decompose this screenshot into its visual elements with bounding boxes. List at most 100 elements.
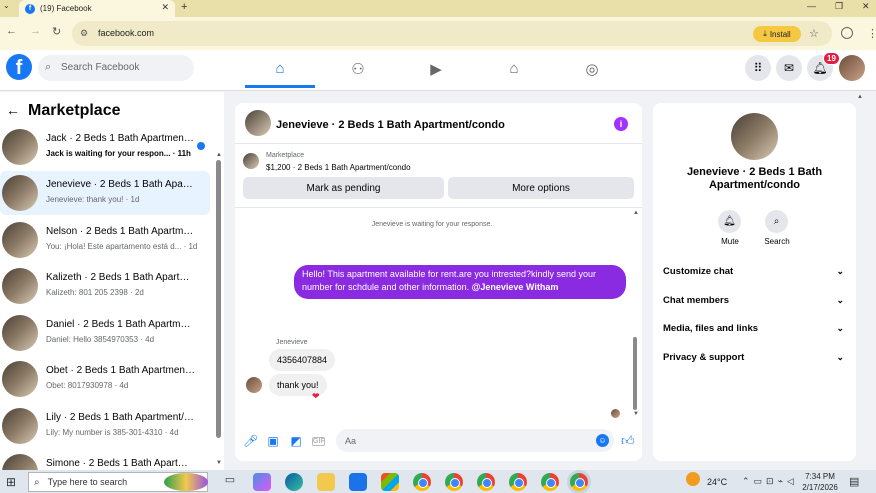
profile-avatar[interactable]	[839, 55, 865, 81]
heart-reaction-icon[interactable]: ❤	[312, 391, 320, 402]
thumbs-up-icon[interactable]: 👍︎	[621, 433, 635, 449]
outgoing-message-bubble[interactable]: Hello! This apartment available for rent…	[294, 265, 626, 299]
privacy-support-row[interactable]: Privacy & support ⌄	[663, 352, 848, 366]
sidebar-scroll-up-icon[interactable]: ▲	[216, 152, 222, 158]
gif-icon[interactable]: GIF	[312, 437, 325, 446]
incoming-message-bubble[interactable]: 4356407884	[269, 349, 336, 371]
home-icon[interactable]: ⌂	[270, 60, 290, 77]
video-icon[interactable]: ▶	[426, 60, 446, 78]
chrome-icon[interactable]	[541, 473, 559, 491]
chat-scrollbar[interactable]	[633, 337, 637, 410]
taskbar-search-input[interactable]: Type here to search	[48, 477, 128, 487]
sidebar-scrollbar[interactable]	[216, 160, 221, 438]
mute-bell-icon[interactable]: 🔔︎	[718, 210, 741, 233]
chat-scroll-up-icon[interactable]: ▲	[633, 210, 639, 216]
chrome-icon[interactable]	[445, 473, 463, 491]
more-options-button[interactable]: More options	[448, 177, 634, 199]
mark-as-pending-button[interactable]: Mark as pending	[243, 177, 444, 199]
row-label: Privacy & support	[663, 352, 745, 363]
conversation-item-active[interactable]: Jenevieve · 2 Beds 1 Bath Apartment/cond…	[0, 171, 210, 215]
search-highlight-image[interactable]	[164, 473, 208, 491]
outlook-icon[interactable]	[349, 473, 367, 491]
url-text[interactable]: facebook.com	[98, 28, 154, 38]
photo-icon[interactable]: ▣	[266, 434, 280, 448]
conversation-item[interactable]: Lily · 2 Beds 1 Bath Apartment/condo Lil…	[0, 404, 210, 448]
notification-badge: 19	[823, 52, 840, 65]
listing-title[interactable]: $1,200 · 2 Beds 1 Bath Apartment/condo	[266, 163, 411, 172]
site-info-icon[interactable]: ⚙	[80, 28, 88, 39]
messenger-icon[interactable]: ✉	[776, 55, 802, 81]
close-tab-icon[interactable]: ✕	[161, 2, 169, 13]
conversation-item[interactable]: Jack · 2 Beds 1 Bath Apartment/condo Jac…	[0, 125, 210, 169]
listing-thumbnail[interactable]	[243, 153, 259, 169]
chrome-icon[interactable]	[509, 473, 527, 491]
search-label[interactable]: Search	[757, 237, 797, 246]
conversation-preview: Jenevieve: thank you! · 1d	[46, 195, 140, 204]
chat-scroll-down-icon[interactable]: ▼	[633, 411, 639, 417]
marketplace-icon[interactable]: ⌂	[504, 60, 524, 77]
info-icon[interactable]: i	[614, 117, 628, 131]
facebook-favicon: f	[25, 3, 35, 14]
back-arrow-icon[interactable]: ←	[6, 102, 20, 118]
chat-title[interactable]: Jenevieve · 2 Beds 1 Bath Apartment/cond…	[276, 119, 505, 131]
browser-tab[interactable]: f (19) Facebook ✕	[19, 0, 175, 17]
emoji-icon[interactable]: ☺	[596, 434, 609, 447]
chrome-icon[interactable]	[477, 473, 495, 491]
browser-menu-icon[interactable]: ⋮	[867, 27, 876, 40]
minimize-icon[interactable]: —	[807, 1, 816, 11]
address-bar[interactable]	[72, 21, 832, 46]
chat-avatar[interactable]	[245, 110, 271, 136]
sender-avatar[interactable]	[246, 377, 262, 393]
notification-center-icon[interactable]: ▤	[849, 475, 859, 488]
install-button[interactable]: ⤓ Install	[753, 26, 801, 42]
close-window-icon[interactable]: ✕	[862, 1, 870, 12]
media-files-links-row[interactable]: Media, files and links ⌄	[663, 323, 848, 337]
contact-avatar[interactable]	[731, 113, 778, 160]
tab-search-icon[interactable]: ⌄	[3, 1, 10, 10]
menu-grid-icon[interactable]: ⠿	[745, 55, 771, 81]
mention[interactable]: @Jenevieve Witham	[472, 282, 559, 292]
conversation-item[interactable]: Simone · 2 Beds 1 Bath Apartment/condo	[0, 450, 210, 470]
conversation-item[interactable]: Daniel · 2 Beds 1 Bath Apartment/condo D…	[0, 311, 210, 355]
message-input[interactable]	[336, 429, 614, 452]
friends-icon[interactable]: ⚇	[348, 60, 368, 78]
weather-icon[interactable]	[686, 472, 700, 486]
groups-icon[interactable]: ◎	[582, 60, 602, 78]
forward-icon[interactable]: →	[30, 25, 41, 37]
sticker-icon[interactable]: ◩	[289, 434, 303, 448]
windows-start-icon[interactable]: ⊞	[6, 475, 16, 489]
restore-icon[interactable]: ❐	[835, 1, 843, 12]
chrome-icon-active[interactable]	[570, 473, 588, 491]
mute-label[interactable]: Mute	[710, 237, 750, 246]
conversation-avatar	[2, 222, 38, 258]
new-tab-button[interactable]: +	[181, 1, 187, 13]
conversation-item[interactable]: Kalizeth · 2 Beds 1 Bath Apartment/condo…	[0, 264, 210, 308]
temperature[interactable]: 24°C	[707, 477, 727, 487]
install-label: Install	[769, 29, 791, 39]
search-input[interactable]: Search Facebook	[61, 62, 139, 73]
sidebar-scroll-down-icon[interactable]: ▼	[216, 460, 222, 466]
search-icon[interactable]: ⌕	[765, 210, 788, 233]
microphone-icon[interactable]: 🎤︎	[243, 434, 258, 448]
conversation-name: Lily · 2 Beds 1 Bath Apartment/condo	[46, 412, 196, 423]
facebook-logo[interactable]: f	[6, 54, 32, 80]
conversation-item[interactable]: Obet · 2 Beds 1 Bath Apartment/condo Obe…	[0, 357, 210, 401]
back-icon[interactable]: ←	[6, 25, 17, 37]
browser-profile-icon[interactable]	[841, 27, 853, 39]
clock[interactable]: 7:34 PM 2/17/2026	[800, 471, 840, 493]
file-explorer-icon[interactable]	[317, 473, 335, 491]
panel-scroll-up-icon[interactable]: ▲	[857, 94, 863, 100]
system-tray-icons[interactable]: ⌃▭⊡⌁◁	[742, 476, 798, 487]
copilot-icon[interactable]	[253, 473, 271, 491]
task-view-icon[interactable]: ▭	[221, 473, 239, 491]
store-icon[interactable]	[381, 473, 399, 491]
edge-icon[interactable]	[285, 473, 303, 491]
conversation-item[interactable]: Nelson · 2 Beds 1 Bath Apartment/condo Y…	[0, 218, 210, 262]
conversation-name: Nelson · 2 Beds 1 Bath Apartment/condo	[46, 226, 196, 237]
chat-members-row[interactable]: Chat members ⌄	[663, 295, 848, 309]
reload-icon[interactable]: ↻	[52, 25, 61, 38]
bookmark-star-icon[interactable]: ☆	[809, 27, 819, 40]
message-input-placeholder[interactable]: Aa	[345, 436, 356, 446]
customize-chat-row[interactable]: Customize chat ⌄	[663, 266, 848, 280]
chrome-icon[interactable]	[413, 473, 431, 491]
